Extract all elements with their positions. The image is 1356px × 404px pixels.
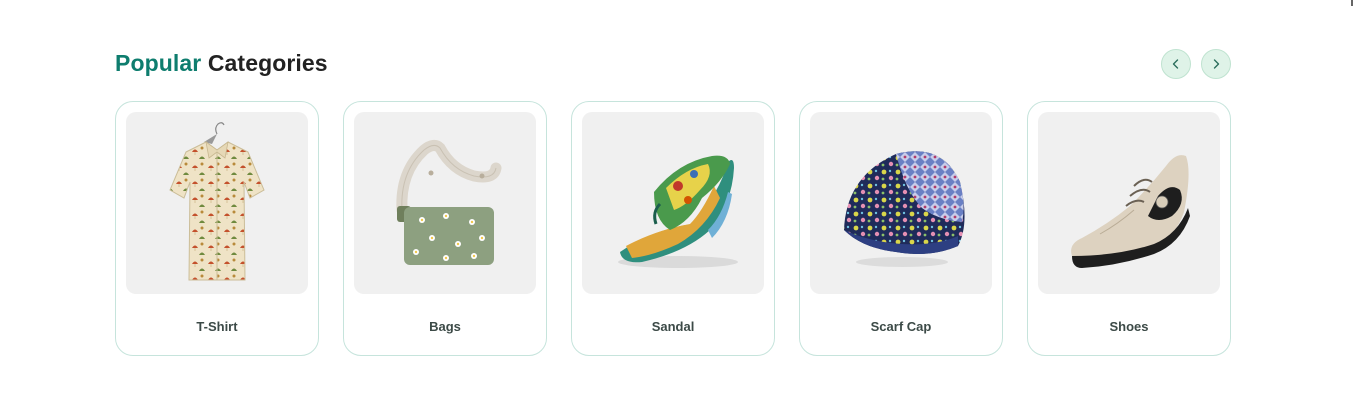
category-thumb	[354, 112, 536, 294]
category-thumb	[1038, 112, 1220, 294]
category-card-sandal[interactable]: Sandal	[571, 101, 775, 356]
shoe-image	[1071, 155, 1190, 268]
category-card-tshirt[interactable]: T-Shirt	[115, 101, 319, 356]
section-title: Popular Categories	[115, 50, 328, 77]
section-header: Popular Categories	[115, 48, 1231, 80]
bag-image	[396, 139, 502, 265]
category-thumb	[126, 112, 308, 294]
next-button[interactable]	[1201, 49, 1231, 79]
category-label: T-Shirt	[196, 319, 238, 334]
chevron-right-icon	[1213, 59, 1220, 69]
cap-image	[844, 151, 965, 267]
category-label: Shoes	[1109, 319, 1149, 334]
category-card-scarf-cap[interactable]: Scarf Cap	[799, 101, 1003, 356]
title-rest: Categories	[207, 50, 328, 76]
shirt-image	[169, 122, 265, 281]
carousel-nav	[1161, 49, 1231, 79]
scrollbar-indicator[interactable]	[1351, 0, 1353, 6]
chevron-left-icon	[1172, 59, 1179, 69]
category-thumb	[582, 112, 764, 294]
title-accent: Popular	[115, 50, 202, 76]
category-thumb	[810, 112, 992, 294]
category-label: Sandal	[651, 319, 695, 334]
prev-button[interactable]	[1161, 49, 1191, 79]
sandal-image	[618, 155, 738, 268]
category-label: Scarf Cap	[870, 319, 932, 334]
category-label: Bags	[429, 319, 461, 334]
category-card-bags[interactable]: Bags	[343, 101, 547, 356]
category-list: T-Shirt Bags Sandal Scarf Cap Shoes	[115, 101, 1231, 356]
category-card-shoes[interactable]: Shoes	[1027, 101, 1231, 356]
